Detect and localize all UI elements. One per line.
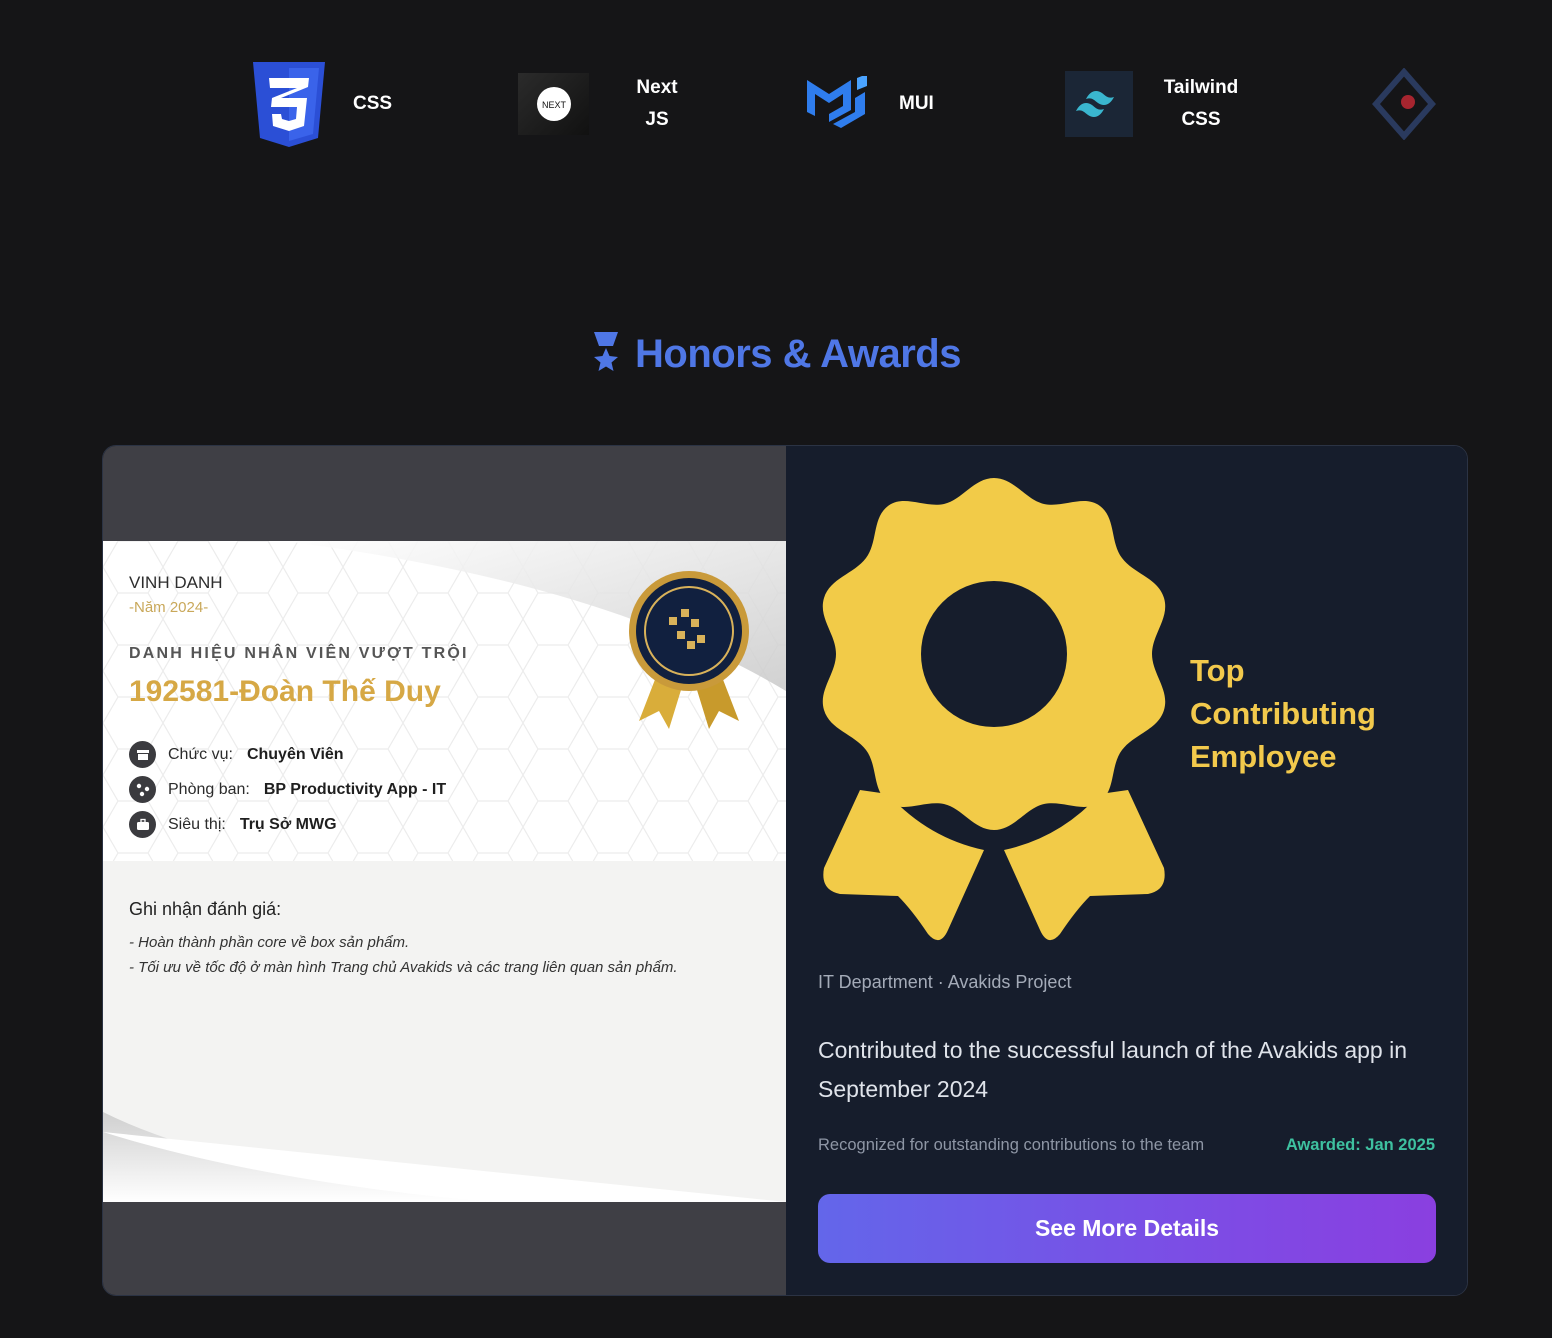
certificate-row-store: Siêu thị: Trụ Sở MWG	[129, 811, 337, 838]
award-department: IT Department · Avakids Project	[818, 972, 1072, 992]
evaluation-line: - Tối ưu về tốc độ ở màn hình Trang chủ …	[129, 959, 678, 976]
partial-logo-icon	[1372, 68, 1436, 140]
certificate-image: VINH DANH -Năm 2024- DANH HIỆU NHÂN VIÊN…	[103, 541, 786, 1202]
tech-item-mui: MUI	[805, 58, 934, 150]
certificate-year: -Năm 2024-	[129, 599, 209, 616]
store-icon	[129, 741, 156, 768]
tech-stack-strip: CSS NEXT Next JS MUI Tailwind CSS	[0, 58, 1552, 150]
award-description: Contributed to the successful launch of …	[818, 1037, 1408, 1102]
evaluation-line: - Hoàn thành phần core về box sản phẩm.	[129, 934, 410, 951]
tech-item-partial	[1372, 58, 1436, 150]
gold-medal-badge-icon	[625, 569, 753, 739]
nextjs-logo-icon: NEXT	[518, 73, 589, 135]
position-value: Chuyên Viên	[246, 745, 344, 763]
position-label: Chức vụ:	[168, 745, 233, 763]
award-card: VINH DANH -Năm 2024- DANH HIỆU NHÂN VIÊN…	[102, 445, 1468, 1296]
briefcase-icon	[129, 811, 156, 838]
tech-label-mui: MUI	[899, 93, 934, 114]
see-more-details-button[interactable]: See More Details	[818, 1194, 1436, 1263]
certificate-row-department: Phòng ban: BP Productivity App - IT	[129, 776, 446, 803]
certificate-header: VINH DANH -Năm 2024- DANH HIỆU NHÂN VIÊN…	[103, 541, 786, 861]
certificate-heading: VINH DANH	[129, 573, 223, 592]
svg-text:NEXT: NEXT	[541, 100, 566, 110]
certificate-award-name: DANH HIỆU NHÂN VIÊN VƯỢT TRỘI	[129, 645, 469, 662]
tech-label-css: CSS	[353, 93, 393, 114]
css3-logo-icon	[251, 60, 327, 148]
department-label: Phòng ban:	[168, 780, 250, 798]
mui-logo-icon	[805, 76, 873, 132]
tech-item-tailwind: Tailwind CSS	[1065, 58, 1243, 150]
org-chart-icon	[129, 776, 156, 803]
tailwind-logo-icon	[1065, 71, 1133, 137]
award-note: Recognized for outstanding contributions…	[818, 1136, 1205, 1154]
award-title: Top Contributing Employee	[1190, 653, 1376, 774]
certificate-panel: VINH DANH -Năm 2024- DANH HIỆU NHÂN VIÊN…	[103, 446, 786, 1295]
tech-item-nextjs: NEXT Next JS	[518, 58, 699, 150]
department-value: BP Productivity App - IT	[263, 780, 447, 798]
store-value: Trụ Sở MWG	[239, 815, 337, 833]
award-medal-icon	[591, 330, 621, 379]
evaluation-title: Ghi nhận đánh giá:	[129, 899, 282, 919]
section-title: Honors & Awards	[635, 332, 961, 376]
tech-label-nextjs: Next JS	[636, 77, 678, 130]
section-heading: Honors & Awards	[0, 330, 1552, 379]
award-date: Awarded: Jan 2025	[1285, 1136, 1435, 1154]
tech-label-tailwind: Tailwind CSS	[1163, 77, 1239, 130]
award-details-panel: Top Contributing Employee IT Department …	[786, 446, 1467, 1295]
tech-item-css: CSS	[251, 58, 392, 150]
certificate-bottom-swoosh	[103, 1112, 786, 1202]
certificate-employee-name: 192581-Đoàn Thế Duy	[129, 675, 441, 708]
certificate-row-position: Chức vụ: Chuyên Viên	[129, 741, 344, 768]
store-label: Siêu thị:	[168, 815, 226, 833]
award-ribbon-icon	[818, 478, 1170, 953]
